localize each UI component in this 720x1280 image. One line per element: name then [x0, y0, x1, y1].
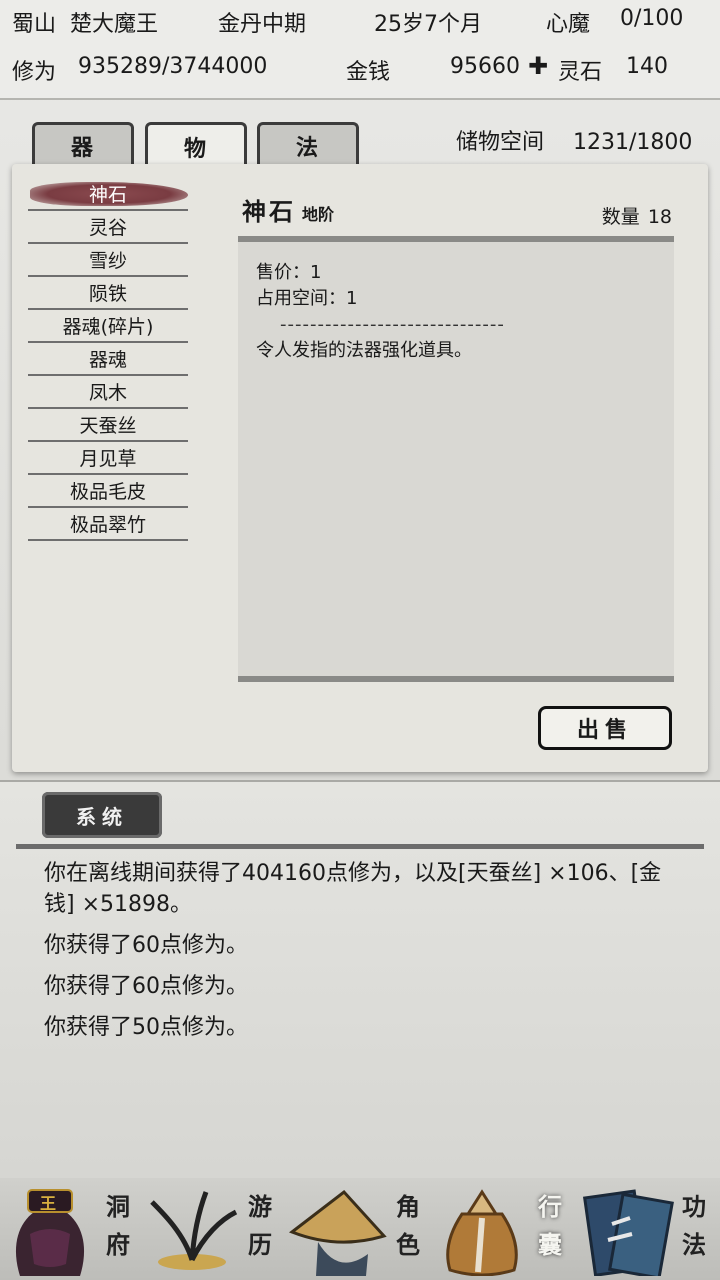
log-line: 你获得了60点修为。	[44, 974, 248, 999]
item-description: 令人发指的法器强化道具。	[256, 340, 472, 361]
item-list: 神石 灵谷 雪纱 陨铁 器魂(碎片) 器魂 凤木 天蚕丝 月见草 极品毛皮 极品…	[28, 178, 188, 541]
log-line: 你获得了50点修为。	[44, 1015, 248, 1040]
sell-button[interactable]: 出售	[538, 706, 672, 750]
item-description-box: 售价：1 占用空间：1 ----------------------------…	[238, 236, 674, 682]
separator: ------------------------------	[280, 314, 505, 335]
cultivation-label: 修为	[12, 60, 57, 85]
list-item[interactable]: 极品毛皮	[28, 475, 188, 508]
tab-equipment[interactable]: 器	[32, 122, 134, 166]
list-item[interactable]: 神石	[28, 178, 188, 211]
storage-indicator: 储物空间 1231/1800	[456, 124, 692, 156]
cultivation-value: 935289/3744000	[78, 54, 268, 79]
item-quantity: 数量 18	[602, 202, 672, 229]
money-label: 金钱	[346, 60, 391, 85]
bottom-nav: 王 洞 府 游 历 角 色 行 囊 功 法	[0, 1178, 720, 1280]
item-space: 占用空间：1	[256, 288, 358, 309]
money-value: 95660	[450, 54, 520, 79]
list-item[interactable]: 陨铁	[28, 277, 188, 310]
inventory-panel: 神石 灵谷 雪纱 陨铁 器魂(碎片) 器魂 凤木 天蚕丝 月见草 极品毛皮 极品…	[12, 164, 708, 772]
list-item[interactable]: 器魂(碎片)	[28, 310, 188, 343]
nav-character[interactable]: 角 色	[288, 1178, 432, 1280]
nav-inventory[interactable]: 行 囊	[432, 1178, 576, 1280]
log-lines: 你在离线期间获得了404160点修为，以及[天蚕丝] ×106、[金钱] ×51…	[44, 858, 684, 1053]
crown-badge: 王	[40, 1194, 57, 1213]
quantity-label: 数量	[601, 206, 640, 228]
spirit-stone-label: 灵石	[558, 60, 603, 85]
age: 25岁7个月	[374, 12, 482, 37]
heart-demon-value: 0/100	[620, 6, 684, 31]
list-item[interactable]: 月见草	[28, 442, 188, 475]
item-grade: 地阶	[302, 205, 335, 224]
item-title: 神石 地阶	[242, 192, 334, 227]
list-item[interactable]: 天蚕丝	[28, 409, 188, 442]
system-log-panel: 系统 你在离线期间获得了404160点修为，以及[天蚕丝] ×106、[金钱] …	[0, 780, 720, 1178]
list-item[interactable]: 极品翠竹	[28, 508, 188, 541]
location: 蜀山	[12, 12, 57, 37]
status-header: 蜀山 楚大魔王 金丹中期 25岁7个月 心魔 0/100 修为 935289/3…	[0, 0, 720, 100]
storage-value: 1231/1800	[573, 130, 693, 155]
nav-travel[interactable]: 游 历	[144, 1178, 288, 1280]
tab-items[interactable]: 物	[145, 122, 247, 168]
list-item[interactable]: 凤木	[28, 376, 188, 409]
plant-icon	[150, 1191, 238, 1270]
tab-techniques[interactable]: 法	[257, 122, 359, 166]
status-row-1: 蜀山 楚大魔王 金丹中期 25岁7个月 心魔 0/100	[0, 6, 720, 46]
spirit-stone-value: 140	[626, 54, 668, 79]
nav-cave-mansion[interactable]: 王 洞 府	[0, 1178, 144, 1280]
divider	[16, 844, 704, 849]
bag-icon	[446, 1189, 518, 1276]
cross-icon: ✚	[528, 52, 549, 80]
tab-system[interactable]: 系统	[42, 792, 162, 838]
log-line: 你获得了60点修为。	[44, 933, 248, 958]
books-icon	[582, 1189, 674, 1276]
quantity-value: 18	[647, 206, 672, 228]
realm: 金丹中期	[218, 12, 307, 37]
nav-techniques[interactable]: 功 法	[576, 1178, 720, 1280]
status-row-2: 修为 935289/3744000 金钱 95660 ✚ 灵石 140	[0, 52, 720, 94]
list-item[interactable]: 雪纱	[28, 244, 188, 277]
heart-demon-label: 心魔	[546, 12, 591, 37]
straw-hat-icon	[288, 1189, 387, 1276]
log-line: 你在离线期间获得了404160点修为，以及[天蚕丝] ×106、[金钱] ×51…	[44, 861, 662, 917]
storage-label: 储物空间	[456, 130, 545, 155]
item-name: 神石	[242, 197, 296, 226]
list-item[interactable]: 器魂	[28, 343, 188, 376]
player-name: 楚大魔王	[70, 12, 159, 37]
item-price: 售价：1	[256, 262, 322, 283]
list-item[interactable]: 灵谷	[28, 211, 188, 244]
